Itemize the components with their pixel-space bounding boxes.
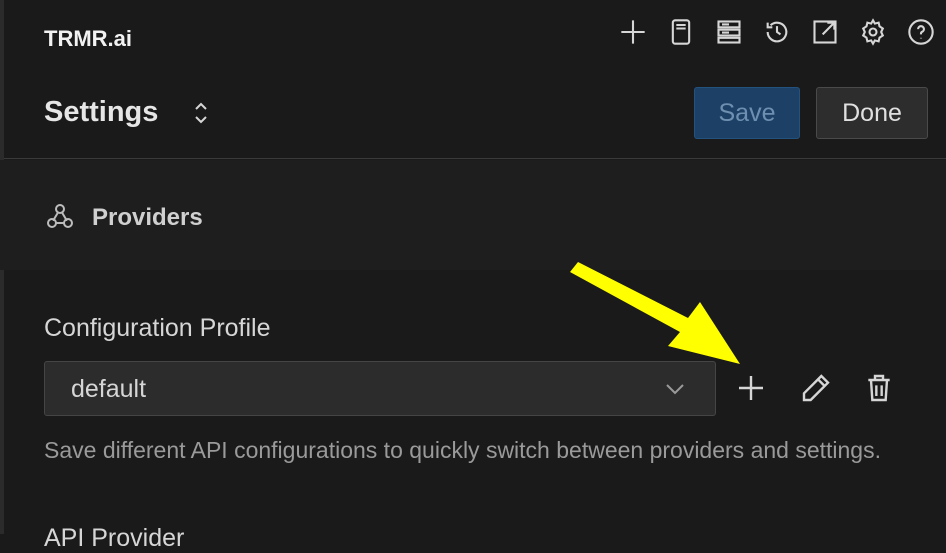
rename-profile-button[interactable]	[796, 368, 836, 408]
settings-button[interactable]	[856, 14, 890, 50]
configuration-profile-help: Save different API configurations to qui…	[44, 437, 881, 463]
providers-section-header: Providers	[0, 160, 946, 270]
providers-title: Providers	[92, 204, 203, 231]
gear-icon	[861, 18, 885, 46]
settings-header: Settings Save Done	[0, 80, 946, 158]
delete-profile-button[interactable]	[859, 368, 899, 408]
notebook-icon	[671, 19, 691, 45]
app-title: TRMR.ai	[44, 26, 132, 51]
configuration-profile-label: Configuration Profile	[44, 314, 271, 342]
plus-icon	[621, 20, 645, 44]
header-divider	[4, 158, 946, 159]
new-task-button[interactable]	[616, 14, 650, 50]
toolbar	[616, 14, 938, 50]
external-link-icon	[813, 20, 837, 44]
chevron-up-down-icon[interactable]	[190, 98, 212, 128]
notebook-button[interactable]	[664, 14, 698, 50]
pencil-icon	[802, 374, 830, 402]
selected-profile: default	[71, 375, 147, 403]
webhook-icon	[47, 204, 73, 228]
history-button[interactable]	[760, 14, 794, 50]
help-icon	[908, 19, 934, 45]
api-provider-label: API Provider	[44, 524, 185, 552]
server-icon	[717, 20, 741, 44]
chevron-down-icon	[666, 384, 684, 395]
history-icon	[766, 21, 788, 43]
annotation-arrow	[570, 262, 740, 364]
trash-icon	[868, 374, 890, 402]
save-button[interactable]: Save	[694, 87, 800, 139]
page-title: Settings	[44, 96, 159, 128]
help-button[interactable]	[904, 14, 938, 50]
open-in-editor-button[interactable]	[808, 14, 842, 50]
done-button[interactable]: Done	[816, 87, 928, 139]
servers-button[interactable]	[712, 14, 746, 50]
